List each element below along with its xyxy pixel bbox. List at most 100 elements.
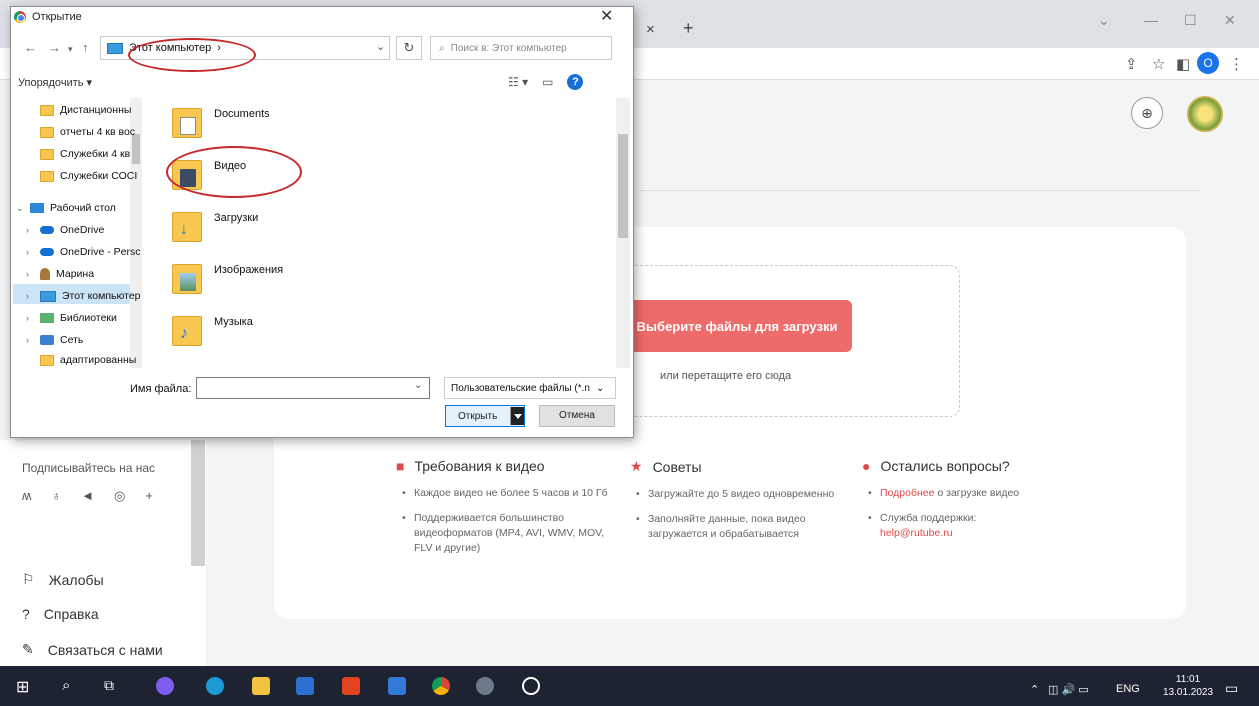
requirements-column: ■ Требования к видео Каждое видео не боле… [396,458,616,566]
viber-icon[interactable]: ◎ [114,488,125,504]
select-files-button[interactable]: Выберите файлы для загрузки [622,300,852,352]
menu-kebab-icon[interactable]: ⋮ [1229,55,1244,73]
open-button[interactable]: Открыть [445,405,525,427]
store-icon[interactable] [296,677,314,695]
vk-icon[interactable]: ʍ [22,488,31,504]
alice-icon[interactable] [156,677,174,695]
sidebar-item-help[interactable]: ? Справка [22,606,99,622]
sidepanel-icon[interactable]: ◧ [1176,55,1190,73]
list-item: Служба поддержки:help@rutube.ru [862,511,1082,541]
more-link[interactable]: Подробнее [880,487,934,499]
search-icon: ⌕ [439,42,445,54]
explorer-icon[interactable] [252,677,270,695]
files-scroll-thumb[interactable] [618,134,628,238]
clock[interactable]: 11:01 13.01.2023 [1163,673,1213,699]
forward-icon[interactable]: → [48,40,61,55]
share-icon[interactable]: ⇪ [1125,55,1138,73]
preview-pane-icon[interactable]: ▭ [542,75,553,89]
chevron-down-icon[interactable]: ⌄ [1098,12,1110,29]
list-item: Каждое видео не более 5 часов и 10 Гб [396,486,616,501]
sidebar-item-complaints[interactable]: ⚐ Жалобы [22,571,104,588]
tree-item[interactable]: Служебки СОСІ [26,170,137,182]
network-icon [40,335,54,345]
computer-icon [107,42,123,54]
edge-icon[interactable] [206,677,224,695]
dialog-title: Открытие [14,11,82,23]
social-links: ʍ ♁ ◄ ◎ + [22,488,153,504]
computer-icon [40,290,56,302]
maximize-icon[interactable]: ☐ [1184,12,1197,29]
tree-item[interactable]: отчеты 4 кв вос [26,126,135,138]
office-icon[interactable] [342,677,360,695]
tree-item[interactable]: адаптированны [26,354,136,366]
questions-column: ● Остались вопросы? Подробнее о загрузке … [862,458,1082,551]
obs-icon[interactable] [522,677,540,695]
tree-scroll-thumb[interactable] [132,134,140,164]
search-icon[interactable]: ⌕ [62,677,80,695]
file-item-documents[interactable]: Documents [172,108,270,138]
telegram-icon[interactable]: ◄ [81,488,94,504]
tree-item-libraries[interactable]: › Библиотеки [26,312,117,324]
refresh-icon[interactable]: ↻ [396,36,422,60]
tips-column: ★ Советы Загружайте до 5 видео одновремен… [630,458,850,552]
organize-button[interactable]: Упорядочить ▾ [18,76,92,89]
upload-icon[interactable]: ⊕ [1131,97,1163,129]
minimize-icon[interactable]: — [1144,12,1158,28]
tree-item-network[interactable]: › Сеть [26,334,83,346]
dialog-close-icon[interactable]: ✕ [600,6,613,26]
close-window-icon[interactable]: ✕ [1224,12,1236,29]
channel-avatar[interactable] [1187,96,1223,132]
star-icon[interactable]: ☆ [1152,55,1165,73]
notifications-icon[interactable]: ▭ [1225,680,1238,697]
tray-icons[interactable]: ◫ 🔊 ▭ [1048,683,1089,696]
folder-icon [40,104,54,116]
tab-close-icon[interactable]: × [646,21,655,38]
desktop-icon [30,203,44,213]
filename-input[interactable] [196,377,430,399]
tree-item-onedrive-personal[interactable]: › OneDrive - Persc [26,246,141,258]
recent-dropdown-icon[interactable]: ▾ [68,44,73,55]
folder-icon [40,126,54,138]
file-item-downloads[interactable]: ↓ Загрузки [172,212,258,242]
tree-item[interactable]: Служебки 4 кв [26,148,130,160]
tree-item[interactable]: Дистанционны [26,104,131,116]
tips-title: Советы [652,458,702,475]
up-icon[interactable]: ↑ [82,40,89,55]
file-item-pictures[interactable]: Изображения [172,264,283,294]
app-icon[interactable] [476,677,494,695]
onedrive-icon [40,226,54,234]
sidebar-item-contact[interactable]: ✎ Связаться с нами [22,641,163,658]
list-item: Поддерживается большинство видеоформатов… [396,511,616,556]
tree-item-this-pc[interactable]: › Этот компьютер [26,290,141,302]
chevron-down-icon: ⌄ [16,202,24,213]
search-input[interactable]: ⌕ Поиск в: Этот компьютер [430,36,612,60]
requirements-title: Требования к видео [414,458,545,474]
chrome-icon[interactable] [432,677,450,695]
annotation-circle [128,38,256,72]
windows-start-icon[interactable]: ⊞ [16,677,34,696]
chevron-down-icon[interactable]: ⌄ [376,40,385,53]
chevron-right-icon: › [26,291,29,301]
chevron-down-icon[interactable]: ⌄ [414,380,422,391]
view-options-icon[interactable]: ☷ ▾ [508,75,528,89]
tree-item-desktop[interactable]: ⌄ Рабочий стол [16,202,116,214]
task-view-icon[interactable]: ⧉ [104,677,122,695]
language-indicator[interactable]: ENG [1116,683,1140,695]
open-dropdown-icon[interactable] [510,407,524,425]
chevron-up-icon[interactable]: ⌃ [1030,683,1039,696]
tree-item-onedrive[interactable]: › OneDrive [26,224,104,236]
more-social-icon[interactable]: + [145,488,153,504]
cancel-button[interactable]: Отмена [539,405,615,427]
profile-avatar[interactable]: O [1197,52,1219,74]
drop-hint: или перетащите его сюда [660,370,792,382]
help-icon[interactable]: ? [567,74,584,90]
mail-icon[interactable] [388,677,406,695]
ok-icon[interactable]: ♁ [51,488,61,504]
new-tab-button[interactable]: + [683,18,694,39]
back-icon[interactable]: ← [24,40,37,55]
support-email-link[interactable]: help@rutube.ru [880,527,953,539]
file-type-select[interactable]: Пользовательские файлы (*.n ⌄ [444,377,616,399]
file-item-music[interactable]: ♪ Музыка [172,316,253,346]
tree-item-user[interactable]: › Марина [26,268,94,280]
sidebar-scrollbar[interactable] [191,440,205,566]
